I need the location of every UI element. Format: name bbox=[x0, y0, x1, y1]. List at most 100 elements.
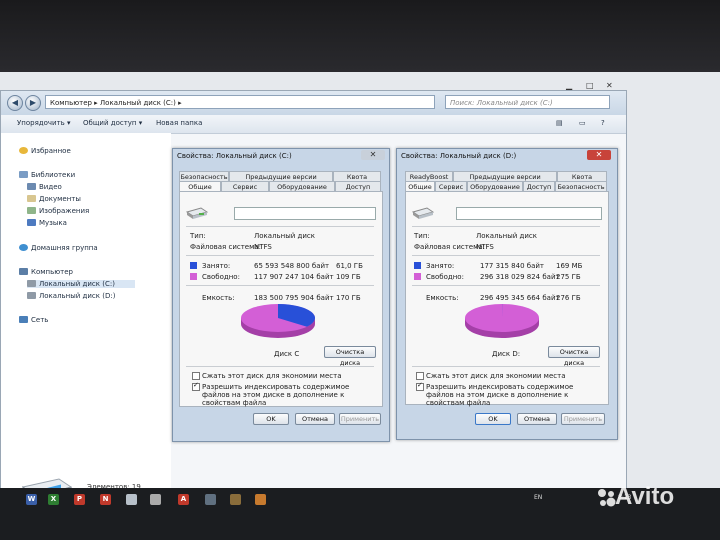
disk-cleanup-button[interactable]: Очистка диска bbox=[324, 346, 376, 367]
separator bbox=[186, 226, 374, 227]
nav-favorites[interactable]: Избранное bbox=[19, 147, 71, 155]
tab-general[interactable]: Общие bbox=[405, 181, 435, 191]
tab-quota[interactable]: Квота bbox=[557, 171, 607, 181]
ok-button[interactable]: OK bbox=[475, 413, 511, 425]
close-icon[interactable]: ✕ bbox=[587, 150, 611, 160]
app-icon[interactable] bbox=[230, 494, 241, 505]
nav-label: Документы bbox=[39, 195, 81, 203]
tab-previous-versions[interactable]: Предыдущие версии bbox=[453, 171, 557, 181]
compress-checkbox[interactable] bbox=[192, 372, 200, 380]
nav-label: Библиотеки bbox=[31, 171, 76, 179]
nav-label: Локальный диск (C:) bbox=[39, 280, 115, 288]
language-indicator[interactable]: EN bbox=[534, 494, 542, 501]
tab-hardware[interactable]: Оборудование bbox=[467, 181, 523, 191]
address-bar[interactable]: Компьютер ▸ Локальный диск (C:) ▸ bbox=[45, 95, 435, 109]
capacity-size: 170 ГБ bbox=[336, 294, 361, 302]
used-color-swatch bbox=[190, 262, 197, 269]
preview-pane-icon[interactable]: ▭ bbox=[579, 119, 586, 127]
compress-checkbox[interactable] bbox=[416, 372, 424, 380]
forward-icon[interactable]: ▶ bbox=[25, 95, 41, 111]
compress-label: Сжать этот диск для экономии места bbox=[426, 372, 566, 380]
used-bytes: 177 315 840 байт bbox=[480, 262, 544, 270]
tab-sharing[interactable]: Доступ bbox=[523, 181, 555, 191]
computer-icon bbox=[19, 268, 28, 275]
search-input[interactable]: Поиск: Локальный диск (C:) bbox=[445, 95, 610, 109]
separator bbox=[412, 255, 600, 256]
images-icon bbox=[27, 207, 36, 214]
tab-security[interactable]: Безопасность bbox=[555, 181, 607, 191]
onenote-icon[interactable]: N bbox=[100, 494, 111, 505]
organize-button[interactable]: Упорядочить ▾ bbox=[17, 119, 71, 127]
explorer-icon[interactable] bbox=[126, 494, 137, 505]
free-size: 109 ГБ bbox=[336, 273, 361, 281]
type-label: Тип: bbox=[190, 232, 206, 240]
app-icon[interactable] bbox=[255, 494, 266, 505]
command-bar: Упорядочить ▾ Общий доступ ▾ Новая папка… bbox=[1, 115, 626, 134]
volume-label-input[interactable] bbox=[456, 207, 602, 220]
nav-computer[interactable]: Компьютер bbox=[19, 268, 73, 276]
app-icon[interactable] bbox=[205, 494, 216, 505]
cancel-button[interactable]: Отмена bbox=[295, 413, 335, 425]
ok-button[interactable]: OK bbox=[253, 413, 289, 425]
properties-dialog-c: Свойства: Локальный диск (C:) ✕ Безопасн… bbox=[172, 148, 390, 442]
nav-disk-d[interactable]: Локальный диск (D:) bbox=[27, 292, 115, 300]
maximize-icon[interactable]: □ bbox=[586, 81, 594, 90]
nav-music[interactable]: Музыка bbox=[27, 219, 67, 227]
nav-documents[interactable]: Документы bbox=[27, 195, 81, 203]
avito-watermark: Avito bbox=[615, 483, 675, 510]
apply-button[interactable]: Применить bbox=[561, 413, 605, 425]
share-button[interactable]: Общий доступ ▾ bbox=[83, 119, 142, 127]
disk-cleanup-button[interactable]: Очистка диска bbox=[548, 346, 600, 367]
app-icon[interactable] bbox=[150, 494, 161, 505]
index-checkbox[interactable]: ✓ bbox=[192, 381, 200, 391]
homegroup-icon bbox=[19, 244, 28, 251]
close-icon[interactable]: ✕ bbox=[606, 81, 613, 90]
used-size: 61,0 ГБ bbox=[336, 262, 363, 270]
nav-images[interactable]: Изображения bbox=[27, 207, 89, 215]
separator bbox=[186, 255, 374, 256]
capacity-bytes: 296 495 345 664 байт bbox=[480, 294, 560, 302]
type-value: Локальный диск bbox=[476, 232, 538, 240]
used-size: 169 МБ bbox=[556, 262, 583, 270]
excel-icon[interactable]: X bbox=[48, 494, 59, 505]
word-icon[interactable]: W bbox=[26, 494, 37, 505]
tab-security[interactable]: Безопасность bbox=[179, 171, 229, 181]
tab-sharing[interactable]: Доступ bbox=[335, 181, 381, 191]
tab-tools[interactable]: Сервис bbox=[435, 181, 467, 191]
close-icon[interactable]: ✕ bbox=[361, 150, 385, 160]
back-icon[interactable]: ◀ bbox=[7, 95, 23, 111]
disk-name-label: Диск D: bbox=[492, 350, 521, 358]
drive-icon bbox=[27, 292, 36, 299]
separator bbox=[186, 366, 374, 367]
powerpoint-icon[interactable]: P bbox=[74, 494, 85, 505]
general-tab-panel: Тип: Локальный диск Файловая система: NT… bbox=[179, 191, 383, 407]
nav-libraries[interactable]: Библиотеки bbox=[19, 171, 75, 179]
nav-label: Избранное bbox=[31, 147, 71, 155]
new-folder-button[interactable]: Новая папка bbox=[156, 119, 202, 127]
nav-homegroup[interactable]: Домашняя группа bbox=[19, 244, 98, 252]
view-icon[interactable]: ▤ bbox=[556, 119, 563, 127]
nav-label: Музыка bbox=[39, 219, 67, 227]
screen: ◀ ▶ Компьютер ▸ Локальный диск (C:) ▸ По… bbox=[0, 72, 720, 540]
tab-general[interactable]: Общие bbox=[179, 181, 221, 191]
nav-video[interactable]: Видео bbox=[27, 183, 62, 191]
nav-disk-c[interactable]: Локальный диск (C:) bbox=[27, 280, 135, 288]
tab-tools[interactable]: Сервис bbox=[221, 181, 269, 191]
apply-button[interactable]: Применить bbox=[339, 413, 381, 425]
tab-previous-versions[interactable]: Предыдущие версии bbox=[229, 171, 333, 181]
volume-label-input[interactable] bbox=[234, 207, 376, 220]
acrobat-icon[interactable]: A bbox=[178, 494, 189, 505]
drive-icon bbox=[186, 207, 208, 219]
check-icon: ✓ bbox=[417, 381, 423, 389]
cancel-button[interactable]: Отмена bbox=[517, 413, 557, 425]
check-icon: ✓ bbox=[193, 381, 199, 389]
index-checkbox[interactable]: ✓ bbox=[416, 381, 424, 391]
tab-hardware[interactable]: Оборудование bbox=[269, 181, 335, 191]
minimize-icon[interactable]: ▁ bbox=[566, 81, 572, 90]
separator bbox=[412, 366, 600, 367]
help-icon[interactable]: ? bbox=[601, 119, 605, 127]
nav-network[interactable]: Сеть bbox=[19, 316, 48, 324]
tab-readyboost[interactable]: ReadyBoost bbox=[405, 171, 453, 181]
tab-quota[interactable]: Квота bbox=[333, 171, 381, 181]
disk-usage-pie bbox=[465, 304, 539, 338]
